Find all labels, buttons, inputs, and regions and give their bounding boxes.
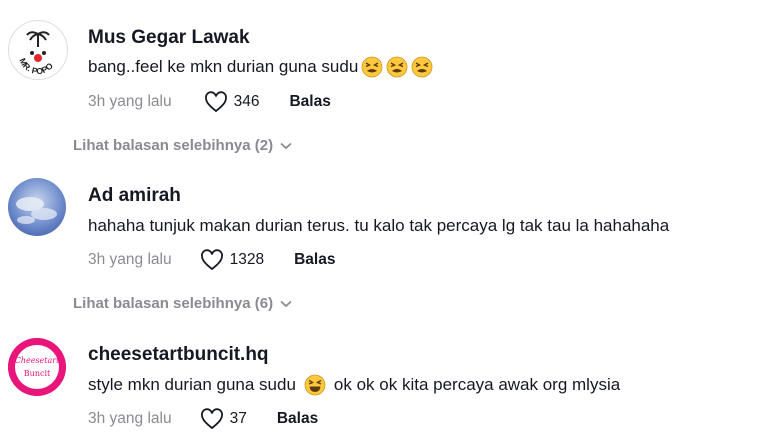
tired-face-emoji-icon xyxy=(361,56,383,78)
avatar[interactable]: MR. POPO xyxy=(8,20,68,80)
comment-timestamp: 3h yang lalu xyxy=(88,93,172,110)
laughing-squint-emoji-icon xyxy=(304,374,326,396)
chevron-down-icon xyxy=(280,300,292,307)
view-more-replies-button[interactable]: Lihat balasan selebihnya (2) xyxy=(73,137,292,154)
avatar-label-bottom: Buncit xyxy=(24,369,51,378)
comment-meta: 3h yang lalu 37 Balas xyxy=(88,408,318,430)
heart-icon xyxy=(204,91,227,113)
comment-text-after: ok ok ok kita percaya awak org mlysia xyxy=(333,375,621,394)
comment-meta: 3h yang lalu 1328 Balas xyxy=(88,249,335,271)
chevron-down-icon xyxy=(280,142,292,149)
comment-author[interactable]: Mus Gegar Lawak xyxy=(88,27,250,49)
avatar[interactable]: Cheesetart Buncit xyxy=(8,338,66,396)
like-button[interactable]: 1328 xyxy=(200,249,264,271)
comment-meta: 3h yang lalu 346 Balas xyxy=(88,91,331,113)
like-button[interactable]: 37 xyxy=(200,408,247,430)
mr-popo-logo-icon: MR. POPO xyxy=(10,22,66,78)
view-more-replies-label: Lihat balasan selebihnya (2) xyxy=(73,137,274,154)
tired-face-emoji-icon xyxy=(386,56,408,78)
heart-icon xyxy=(200,408,223,430)
comment-timestamp: 3h yang lalu xyxy=(88,251,172,268)
comment-text-body: bang..feel ke mkn durian guna sudu xyxy=(88,57,359,76)
comment-author[interactable]: cheesetartbuncit.hq xyxy=(88,344,269,366)
like-count: 346 xyxy=(233,93,260,110)
comment-timestamp: 3h yang lalu xyxy=(88,410,172,427)
like-count: 37 xyxy=(229,410,247,427)
avatar-label-top: Cheesetart xyxy=(15,356,60,365)
like-button[interactable]: 346 xyxy=(204,91,260,113)
comment-text: hahaha tunjuk makan durian terus. tu kal… xyxy=(88,216,670,235)
reply-button[interactable]: Balas xyxy=(289,93,330,111)
reply-button[interactable]: Balas xyxy=(294,251,335,269)
sky-clouds-avatar-icon xyxy=(8,178,66,236)
view-more-replies-label: Lihat balasan selebihnya (6) xyxy=(73,295,274,312)
tired-face-emoji-icon xyxy=(411,56,433,78)
like-count: 1328 xyxy=(229,251,265,268)
heart-icon xyxy=(200,249,223,271)
cheesetart-buncit-logo-icon: Cheesetart Buncit xyxy=(8,338,66,396)
avatar[interactable] xyxy=(8,178,66,236)
comment-text-body: style mkn durian guna sudu xyxy=(88,375,296,394)
reply-button[interactable]: Balas xyxy=(277,410,318,428)
comment-text: bang..feel ke mkn durian guna sudu xyxy=(88,56,433,78)
comment-text: style mkn durian guna sudu ok ok ok kita… xyxy=(88,374,620,396)
comment-author[interactable]: Ad amirah xyxy=(88,185,181,207)
view-more-replies-button[interactable]: Lihat balasan selebihnya (6) xyxy=(73,295,292,312)
